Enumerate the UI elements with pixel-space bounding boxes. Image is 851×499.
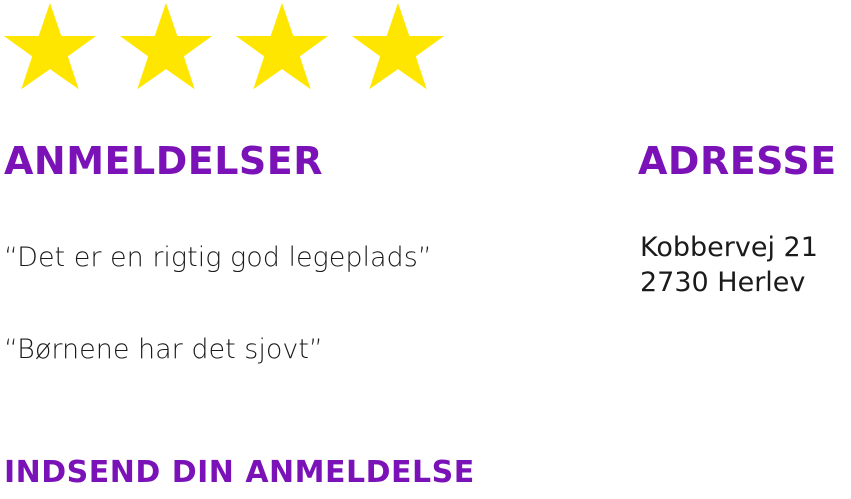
reviews-heading: Anmeldelser [4,139,323,183]
address-block: Kobbervej 21 2730 Herlev [640,230,818,300]
address-city: 2730 Herlev [640,267,806,299]
star-icon [350,0,446,94]
star-icon [2,0,98,94]
address-street: Kobbervej 21 [640,232,818,263]
star-rating [2,0,446,94]
submit-review-heading[interactable]: Indsend din anmeldelse [4,458,475,488]
address-heading: Adresse [638,139,837,183]
review-quote: “Det er en rigtig god legeplads” [4,242,432,273]
star-icon [234,0,330,94]
star-icon [118,0,214,94]
review-quote: “Børnene har det sjovt” [4,334,323,365]
